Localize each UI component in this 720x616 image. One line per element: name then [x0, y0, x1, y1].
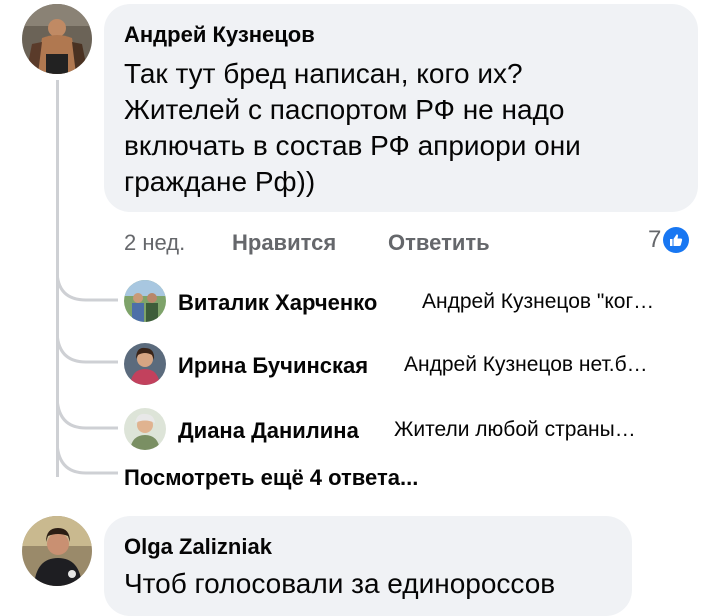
reply-item[interactable]: Ирина Бучинская Андрей Кузнецов нет.б… — [124, 343, 704, 385]
reply-author[interactable]: Диана Данилина — [178, 418, 359, 444]
like-button[interactable]: Нравится — [232, 230, 336, 256]
comment-text: Так тут бред написан, кого их? Жителей с… — [124, 56, 581, 200]
reply-preview: Андрей Кузнецов нет.б… — [404, 353, 648, 376]
comment-bubble: Olga Zalizniak Чтоб голосовали за единор… — [104, 516, 632, 616]
reaction-summary[interactable]: 7 — [648, 226, 690, 254]
comment-line: Жителей с паспортом РФ не надо — [124, 94, 565, 125]
comment-author[interactable]: Olga Zalizniak — [124, 534, 272, 560]
comment-line: граждане Рф)) — [124, 166, 316, 197]
reaction-count: 7 — [648, 226, 662, 253]
like-icon — [663, 227, 690, 253]
avatar-olga[interactable] — [22, 516, 92, 586]
comment-author[interactable]: Андрей Кузнецов — [124, 22, 315, 48]
reply-preview: Жители любой страны… — [394, 418, 636, 441]
comment-line: Чтоб голосовали за единороссов — [124, 568, 556, 599]
comment-actions: 2 нед. Нравится Ответить — [124, 230, 704, 260]
comment-bubble: Андрей Кузнецов Так тут бред написан, ко… — [104, 4, 698, 212]
avatar-vitalik[interactable] — [124, 280, 166, 322]
reply-author[interactable]: Ирина Бучинская — [178, 353, 368, 379]
view-more-replies-link[interactable]: Посмотреть ещё 4 ответа... — [124, 465, 418, 491]
reply-author[interactable]: Виталик Харченко — [178, 290, 377, 316]
comment-line: включать в состав РФ априори они — [124, 130, 581, 161]
reply-item[interactable]: Виталик Харченко Андрей Кузнецов "ког… — [124, 280, 704, 322]
comment-time[interactable]: 2 нед. — [124, 230, 185, 256]
avatar-andrey[interactable] — [22, 4, 92, 74]
avatar-irina[interactable] — [124, 343, 166, 385]
reply-preview: Андрей Кузнецов "ког… — [422, 290, 655, 313]
avatar-diana[interactable] — [124, 408, 166, 450]
thread-connectors — [56, 270, 118, 475]
comment-line: Так тут бред написан, кого их? — [124, 58, 523, 89]
reply-button[interactable]: Ответить — [388, 230, 490, 256]
reply-item[interactable]: Диана Данилина Жители любой страны… — [124, 408, 704, 450]
